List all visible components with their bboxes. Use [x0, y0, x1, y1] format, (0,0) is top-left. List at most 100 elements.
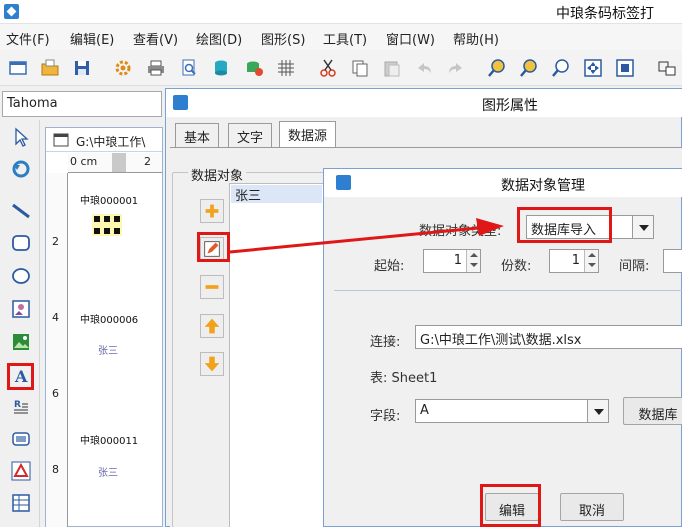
data-dialog-icon: [336, 175, 351, 190]
cut-icon[interactable]: [318, 58, 338, 78]
title-bar: 中琅条码标签打: [0, 0, 682, 24]
svg-text:R: R: [14, 400, 21, 410]
rotate-tool-icon[interactable]: [10, 158, 32, 180]
settings-gear-icon[interactable]: [113, 58, 133, 78]
redo-icon[interactable]: [446, 58, 466, 78]
copies-stepper[interactable]: 1: [549, 249, 599, 273]
horizontal-ruler: 0 cm 2: [68, 153, 162, 173]
zoom-in-icon[interactable]: [487, 58, 507, 78]
actual-size-icon[interactable]: [615, 58, 635, 78]
table-tool-icon[interactable]: [10, 492, 32, 514]
copies-label: 份数:: [501, 259, 532, 274]
paste-icon[interactable]: [382, 58, 402, 78]
start-label: 起始:: [374, 259, 405, 274]
list-item[interactable]: 张三: [231, 185, 322, 204]
picture-tool-icon[interactable]: [10, 331, 32, 353]
label-name-11: 张三: [98, 468, 118, 479]
tab-basic[interactable]: 基本: [175, 123, 220, 147]
ruler-top-label-0: 0 cm: [70, 155, 98, 168]
menu-file[interactable]: 文件(F): [6, 29, 50, 48]
connection-input[interactable]: G:\中琅工作\测试\数据.xlsx: [415, 325, 682, 349]
start-value: 1: [453, 253, 462, 268]
edit-button[interactable]: 编辑: [485, 493, 539, 521]
font-family-select[interactable]: Tahoma: [2, 91, 162, 117]
svg-text:A: A: [14, 367, 28, 386]
print-icon[interactable]: [146, 58, 166, 78]
properties-dialog-icon: [173, 95, 188, 110]
rounded-rect-tool-icon[interactable]: [10, 232, 32, 254]
barcode-tool-icon[interactable]: [10, 428, 32, 450]
database-sync-icon[interactable]: [244, 58, 264, 78]
label-name-6: 张三: [98, 346, 118, 357]
zoom-out-icon[interactable]: [519, 58, 539, 78]
data-type-dropdown-icon[interactable]: [632, 215, 654, 239]
document-titlebar: G:\中琅工作\: [46, 128, 162, 152]
copy-icon[interactable]: [350, 58, 370, 78]
text-tool-icon[interactable]: A: [10, 365, 32, 387]
document-window[interactable]: G:\中琅工作\ 0 cm 2 2 4 6 8 中琅000001 中琅00000…: [45, 127, 163, 527]
field-select[interactable]: A: [415, 399, 589, 423]
section-divider: [334, 290, 682, 291]
ruler-left-label-2: 2: [52, 235, 59, 248]
selected-text-object[interactable]: [92, 214, 122, 236]
data-dialog-titlebar: 数据对象管理: [324, 169, 682, 197]
image-tool-icon[interactable]: [10, 298, 32, 320]
data-object-list[interactable]: 张三: [229, 183, 324, 527]
menu-tools[interactable]: 工具(T): [323, 29, 367, 48]
zoom-icon[interactable]: [551, 58, 571, 78]
save-icon[interactable]: [72, 58, 92, 78]
rich-text-tool-icon[interactable]: R: [10, 396, 32, 418]
menu-window[interactable]: 窗口(W): [386, 29, 435, 48]
edit-pencil-icon[interactable]: [200, 237, 224, 261]
menu-draw[interactable]: 绘图(D): [196, 29, 242, 48]
menu-edit[interactable]: 编辑(E): [70, 29, 114, 48]
polygon-tool-icon[interactable]: [10, 460, 32, 482]
label-code-11: 中琅000011: [80, 436, 139, 447]
menu-view[interactable]: 查看(V): [133, 29, 178, 48]
tab-text[interactable]: 文字: [228, 123, 273, 147]
interval-label: 间隔:: [619, 259, 650, 274]
field-label: 字段:: [370, 409, 401, 424]
start-stepper-arrows[interactable]: [466, 250, 480, 272]
select-pointer-icon[interactable]: [10, 126, 32, 148]
new-document-icon[interactable]: [8, 58, 28, 78]
cancel-button[interactable]: 取消: [560, 493, 624, 521]
properties-titlebar: 图形属性: [166, 89, 682, 117]
remove-icon[interactable]: [200, 275, 224, 299]
print-preview-icon[interactable]: [179, 58, 199, 78]
app-logo-icon: [4, 4, 19, 19]
table-label: 表: Sheet1: [370, 371, 438, 386]
line-tool-icon[interactable]: [10, 200, 32, 222]
interval-input[interactable]: [663, 249, 682, 273]
ruler-left-label-4: 4: [52, 311, 59, 324]
grid-icon[interactable]: [276, 58, 296, 78]
text-tool-icon[interactable]: [657, 58, 677, 78]
menu-shape[interactable]: 图形(S): [261, 29, 305, 48]
ellipse-tool-icon[interactable]: [10, 265, 32, 287]
open-folder-icon[interactable]: [40, 58, 60, 78]
start-stepper[interactable]: 1: [423, 249, 481, 273]
undo-icon[interactable]: [414, 58, 434, 78]
document-title: G:\中琅工作\: [76, 135, 146, 149]
database-button[interactable]: 数据库: [623, 397, 682, 425]
data-type-select[interactable]: 数据库导入: [526, 215, 634, 239]
move-down-icon[interactable]: [200, 352, 224, 376]
ruler-top-label-2: 2: [144, 155, 151, 168]
document-window-icon: [53, 133, 69, 147]
app-title: 中琅条码标签打: [556, 6, 654, 22]
label-code-6: 中琅000006: [80, 315, 139, 326]
field-dropdown-icon[interactable]: [587, 399, 609, 423]
move-up-icon[interactable]: [200, 314, 224, 338]
tab-datasource[interactable]: 数据源: [279, 121, 337, 148]
fit-page-icon[interactable]: [583, 58, 603, 78]
database-icon[interactable]: [211, 58, 231, 78]
menu-help[interactable]: 帮助(H): [453, 29, 499, 48]
connection-label: 连接:: [370, 335, 401, 350]
copies-stepper-arrows[interactable]: [584, 250, 598, 272]
add-icon[interactable]: [200, 199, 224, 223]
font-family-value: Tahoma: [7, 96, 58, 111]
data-dialog-title: 数据对象管理: [501, 178, 585, 194]
toolbar: [0, 50, 682, 86]
tool-palette: A R: [0, 120, 40, 527]
properties-title: 图形属性: [482, 98, 538, 114]
